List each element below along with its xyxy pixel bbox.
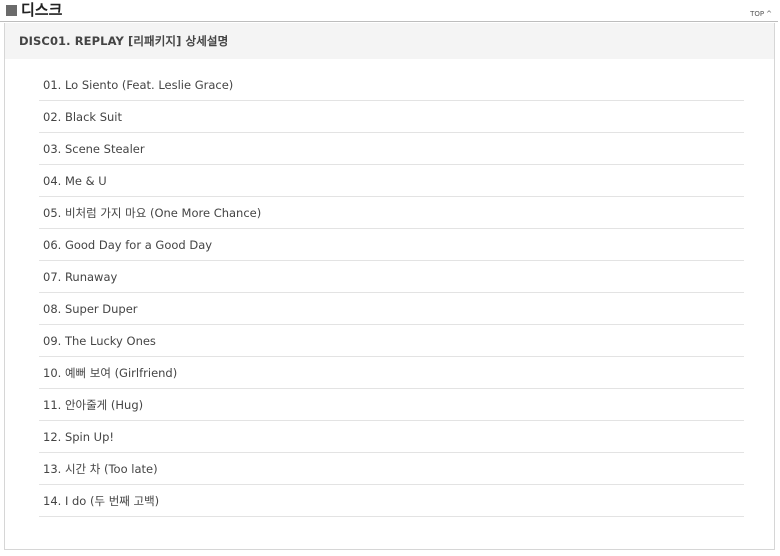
section-title: 디스크 — [21, 1, 63, 19]
disc-panel: DISC01. REPLAY [리패키지] 상세설명 01. Lo Siento… — [4, 23, 775, 550]
disc-header: DISC01. REPLAY [리패키지] 상세설명 — [5, 23, 774, 59]
track-title: 14. I do (두 번째 고백) — [43, 493, 160, 508]
track-title: 06. Good Day for a Good Day — [43, 237, 213, 252]
track-title: 09. The Lucky Ones — [43, 333, 156, 348]
square-bullet-icon — [6, 5, 17, 16]
track-list: 01. Lo Siento (Feat. Leslie Grace) 02. B… — [39, 69, 744, 517]
track-item: 11. 안아줄게 (Hug) — [39, 389, 744, 421]
track-item: 13. 시간 차 (Too late) — [39, 453, 744, 485]
track-item: 04. Me & U — [39, 165, 744, 197]
track-item: 02. Black Suit — [39, 101, 744, 133]
disc-title: DISC01. REPLAY [리패키지] 상세설명 — [19, 34, 229, 48]
track-item: 14. I do (두 번째 고백) — [39, 485, 744, 517]
track-item: 12. Spin Up! — [39, 421, 744, 453]
track-title: 07. Runaway — [43, 269, 118, 284]
track-item: 05. 비처럼 가지 마요 (One More Chance) — [39, 197, 744, 229]
section-header: 디스크 TOP ^ — [0, 0, 778, 22]
track-title: 03. Scene Stealer — [43, 141, 145, 156]
track-title: 04. Me & U — [43, 173, 107, 188]
track-item: 08. Super Duper — [39, 293, 744, 325]
track-title: 10. 예뻐 보여 (Girlfriend) — [43, 365, 178, 380]
top-label[interactable]: TOP — [750, 9, 764, 19]
track-title: 01. Lo Siento (Feat. Leslie Grace) — [43, 77, 234, 92]
track-title: 05. 비처럼 가지 마요 (One More Chance) — [43, 205, 262, 220]
track-item: 07. Runaway — [39, 261, 744, 293]
track-title: 11. 안아줄게 (Hug) — [43, 397, 144, 412]
track-item: 06. Good Day for a Good Day — [39, 229, 744, 261]
track-title: 08. Super Duper — [43, 301, 138, 316]
track-item: 01. Lo Siento (Feat. Leslie Grace) — [39, 69, 744, 101]
track-title: 12. Spin Up! — [43, 429, 115, 444]
track-item: 03. Scene Stealer — [39, 133, 744, 165]
caret-up-icon[interactable]: ^ — [766, 9, 772, 19]
track-title: 13. 시간 차 (Too late) — [43, 461, 158, 476]
track-item: 10. 예뻐 보여 (Girlfriend) — [39, 357, 744, 389]
track-title: 02. Black Suit — [43, 109, 123, 124]
track-item: 09. The Lucky Ones — [39, 325, 744, 357]
top-link[interactable]: TOP ^ — [750, 9, 772, 19]
